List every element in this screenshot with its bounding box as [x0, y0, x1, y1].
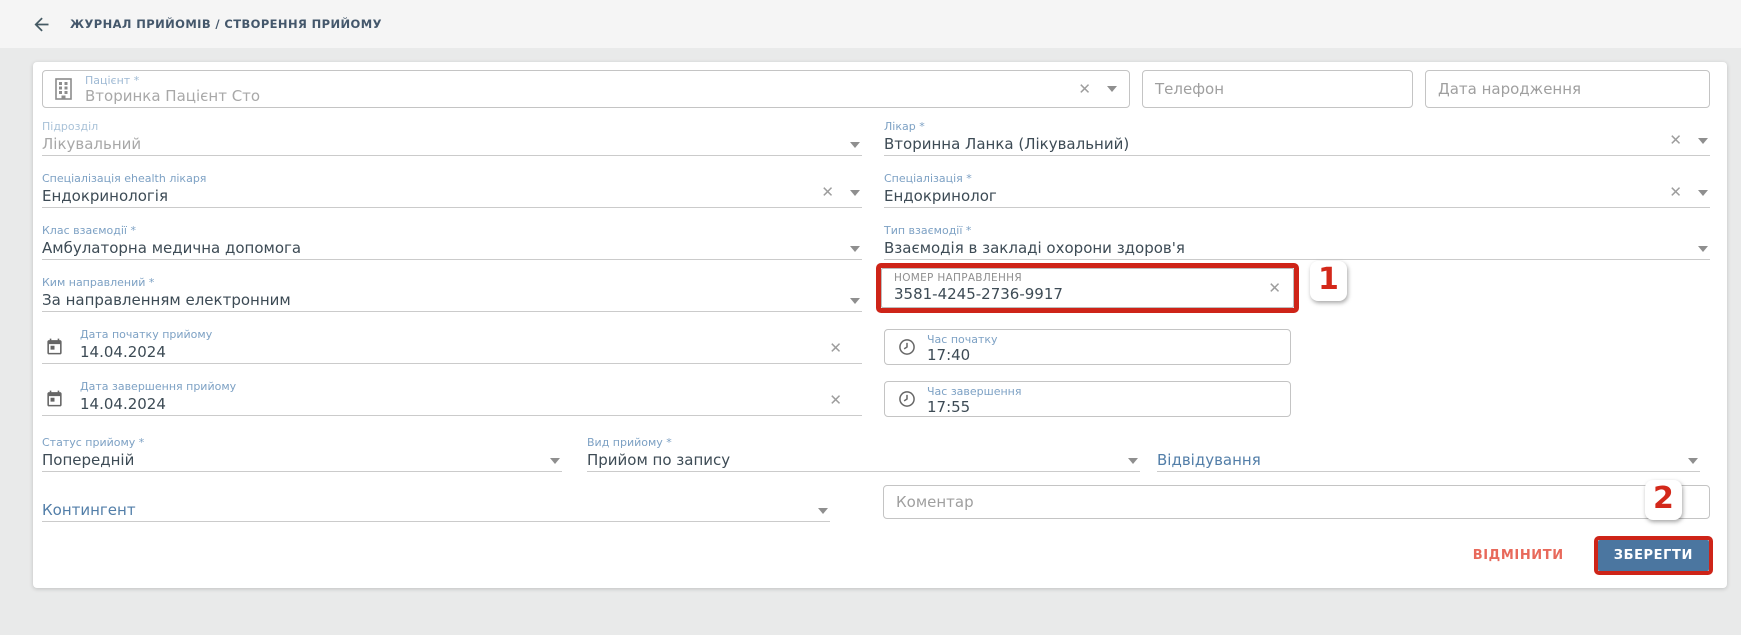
- end-time-label: Час завершення: [927, 385, 1021, 398]
- department-label: Підрозділ: [42, 120, 862, 133]
- end-date-label: Дата завершення прийому: [80, 380, 862, 393]
- patient-label: Пацієнт *: [85, 74, 139, 87]
- annotation-marker-1: 1: [1310, 261, 1347, 301]
- specialization-field[interactable]: Спеціалізація * Ендокринолог ✕: [884, 172, 1710, 208]
- contingent-placeholder: Контингент: [42, 501, 830, 519]
- start-date-label: Дата початку прийому: [80, 328, 862, 341]
- status-field[interactable]: Статус прийому * Попередній: [42, 436, 562, 472]
- chevron-down-icon[interactable]: [818, 508, 828, 514]
- attendance-field[interactable]: Відвідування: [1157, 436, 1700, 472]
- start-date-field[interactable]: Дата початку прийому 14.04.2024 ✕: [42, 328, 862, 364]
- referred-by-field[interactable]: Ким направлений * За направленням електр…: [42, 276, 862, 312]
- referred-by-label: Ким направлений *: [42, 276, 862, 289]
- chevron-down-icon[interactable]: [850, 298, 860, 304]
- clear-icon[interactable]: ✕: [1669, 185, 1682, 200]
- chevron-down-icon[interactable]: [550, 458, 560, 464]
- clear-icon[interactable]: ✕: [829, 393, 842, 408]
- breadcrumb[interactable]: ЖУРНАЛ ПРИЙОМІВ / СТВОРЕННЯ ПРИЙОМУ: [70, 17, 382, 31]
- doctor-field[interactable]: Лікар * Вторинна Ланка (Лікувальний) ✕: [884, 120, 1710, 156]
- interaction-class-label: Клас взаємодії *: [42, 224, 862, 237]
- calendar-icon: [45, 337, 64, 360]
- form-actions: ВІДМІНИТИ ЗБЕРЕГТИ: [1459, 536, 1713, 575]
- chevron-down-icon[interactable]: [850, 190, 860, 196]
- interaction-type-label: Тип взаємодії *: [884, 224, 1710, 237]
- annotation-highlight-2: ЗБЕРЕГТИ: [1594, 536, 1713, 575]
- referred-by-value: За направленням електронним: [42, 291, 862, 309]
- birth-date-placeholder: Дата народження: [1438, 71, 1581, 107]
- doctor-value: Вторинна Ланка (Лікувальний): [884, 135, 1710, 153]
- chevron-down-icon[interactable]: [850, 142, 860, 148]
- start-time-field[interactable]: Час початку 17:40: [884, 329, 1291, 365]
- status-value: Попередній: [42, 451, 562, 469]
- end-time-field[interactable]: Час завершення 17:55: [884, 381, 1291, 417]
- chevron-down-icon[interactable]: [850, 246, 860, 252]
- ehealth-specialization-value: Ендокринологія: [42, 187, 862, 205]
- end-time-value: 17:55: [927, 398, 970, 416]
- arrow-left-icon: [31, 14, 52, 35]
- annotation-highlight-1: НОМЕР НАПРАВЛЕННЯ 3581-4245-2736-9917 ✕: [876, 263, 1299, 313]
- department-field[interactable]: Підрозділ Лікувальний: [42, 120, 862, 156]
- chevron-down-icon[interactable]: [1107, 86, 1117, 92]
- clear-icon[interactable]: ✕: [1268, 281, 1281, 296]
- department-value: Лікувальний: [42, 135, 862, 153]
- hospital-icon: [55, 71, 72, 107]
- patient-value: Вторинка Пацієнт Сто: [85, 87, 260, 105]
- calendar-icon: [45, 389, 64, 412]
- annotation-marker-2: 2: [1645, 480, 1682, 520]
- attendance-placeholder: Відвідування: [1157, 451, 1700, 469]
- referral-number-value: 3581-4245-2736-9917: [894, 285, 1063, 303]
- start-time-label: Час початку: [927, 333, 998, 346]
- start-date-value: 14.04.2024: [80, 343, 862, 361]
- chevron-down-icon[interactable]: [1698, 246, 1708, 252]
- clear-icon[interactable]: ✕: [1078, 82, 1091, 97]
- interaction-type-field[interactable]: Тип взаємодії * Взаємодія в закладі охор…: [884, 224, 1710, 260]
- birth-date-field[interactable]: Дата народження: [1425, 70, 1710, 108]
- contingent-field[interactable]: Контингент: [42, 486, 830, 522]
- start-time-value: 17:40: [927, 346, 970, 364]
- chevron-down-icon[interactable]: [1698, 138, 1708, 144]
- interaction-class-value: Амбулаторна медична допомога: [42, 239, 862, 257]
- referral-number-field[interactable]: НОМЕР НАПРАВЛЕННЯ 3581-4245-2736-9917 ✕: [881, 268, 1294, 308]
- appointment-form-card: Пацієнт * Вторинка Пацієнт Сто ✕ Телефон…: [33, 62, 1727, 588]
- patient-field[interactable]: Пацієнт * Вторинка Пацієнт Сто ✕: [42, 70, 1130, 108]
- chevron-down-icon[interactable]: [1698, 190, 1708, 196]
- specialization-label: Спеціалізація *: [884, 172, 1710, 185]
- visit-kind-value: Прийом по запису: [587, 451, 1140, 469]
- doctor-label: Лікар *: [884, 120, 1710, 133]
- clear-icon[interactable]: ✕: [1669, 133, 1682, 148]
- visit-kind-label: Вид прийому *: [587, 436, 1140, 449]
- chevron-down-icon[interactable]: [1128, 458, 1138, 464]
- interaction-class-field[interactable]: Клас взаємодії * Амбулаторна медична доп…: [42, 224, 862, 260]
- visit-kind-field[interactable]: Вид прийому * Прийом по запису: [587, 436, 1140, 472]
- comment-placeholder: Коментар: [896, 486, 974, 518]
- interaction-type-value: Взаємодія в закладі охорони здоров'я: [884, 239, 1710, 257]
- topbar: ЖУРНАЛ ПРИЙОМІВ / СТВОРЕННЯ ПРИЙОМУ: [0, 0, 1741, 48]
- clear-icon[interactable]: ✕: [821, 185, 834, 200]
- ehealth-specialization-label: Спеціалізація ehealth лікаря: [42, 172, 862, 185]
- specialization-value: Ендокринолог: [884, 187, 1710, 205]
- clear-icon[interactable]: ✕: [829, 341, 842, 356]
- phone-field[interactable]: Телефон: [1142, 70, 1413, 108]
- clock-icon: [897, 382, 917, 416]
- comment-field[interactable]: Коментар: [883, 485, 1710, 519]
- phone-placeholder: Телефон: [1155, 71, 1224, 107]
- end-date-field[interactable]: Дата завершення прийому 14.04.2024 ✕: [42, 380, 862, 416]
- ehealth-specialization-field[interactable]: Спеціалізація ehealth лікаря Ендокриноло…: [42, 172, 862, 208]
- clock-icon: [897, 330, 917, 364]
- back-button[interactable]: [30, 13, 52, 35]
- referral-number-label: НОМЕР НАПРАВЛЕННЯ: [894, 272, 1022, 285]
- save-button[interactable]: ЗБЕРЕГТИ: [1598, 540, 1709, 571]
- cancel-button[interactable]: ВІДМІНИТИ: [1459, 540, 1578, 571]
- end-date-value: 14.04.2024: [80, 395, 862, 413]
- status-label: Статус прийому *: [42, 436, 562, 449]
- chevron-down-icon[interactable]: [1688, 458, 1698, 464]
